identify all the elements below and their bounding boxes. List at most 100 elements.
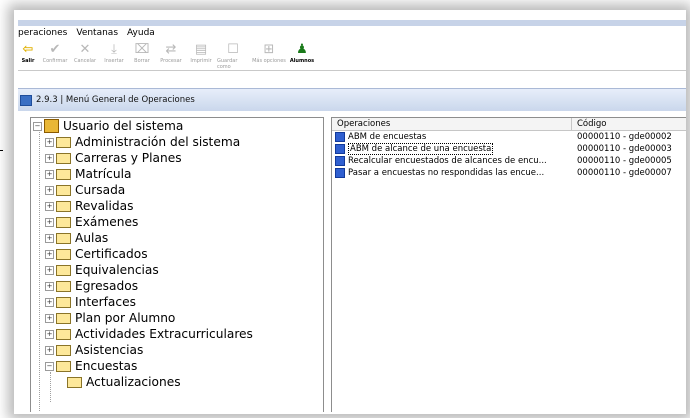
expand-icon[interactable]: + <box>45 249 54 259</box>
tree-node-encuestas[interactable]: − Encuestas <box>45 358 137 374</box>
cancelar-button[interactable]: ✕ Cancelar <box>72 40 98 64</box>
expand-icon[interactable]: + <box>45 137 54 147</box>
column-header-codigo[interactable]: Código <box>572 118 686 130</box>
expand-icon[interactable]: + <box>45 217 54 227</box>
confirmar-button[interactable]: ✔ Confirmar <box>41 40 69 64</box>
tree-node-administracion[interactable]: + Administración del sistema <box>45 134 240 150</box>
tree-node-aulas[interactable]: + Aulas <box>45 230 108 246</box>
tree-node-matricula[interactable]: + Matrícula <box>45 166 131 182</box>
expand-icon[interactable]: + <box>45 153 54 163</box>
toolbar: ⇦ Salir ✔ Confirmar ✕ Cancelar ⤓ Inserta… <box>18 40 686 71</box>
operations-list[interactable]: Operaciones Código ABM de encuestas 0000… <box>331 117 686 412</box>
student-icon: ♟ <box>296 42 308 57</box>
procesar-button[interactable]: ⇄ Procesar <box>157 40 185 64</box>
tree-node-label: Exámenes <box>75 215 139 229</box>
print-icon: ▤ <box>194 42 208 57</box>
work-area: − Usuario del sistema + Administración d… <box>18 111 686 412</box>
collapse-icon[interactable]: − <box>45 361 54 371</box>
confirmar-label: Confirmar <box>42 58 68 64</box>
collapse-icon[interactable]: − <box>33 121 42 131</box>
process-icon: ⇄ <box>165 42 177 57</box>
arrow-left-icon: ⇦ <box>22 42 34 57</box>
expand-icon[interactable]: + <box>45 233 54 243</box>
imprimir-label: Imprimir <box>190 58 212 64</box>
tree-node-cursada[interactable]: + Cursada <box>45 182 125 198</box>
borrar-button[interactable]: ⌧ Borrar <box>130 40 154 64</box>
save-as-icon: ☐ <box>227 42 239 57</box>
column-header-operaciones[interactable]: Operaciones <box>332 118 572 130</box>
menu-ventanas[interactable]: Ventanas <box>76 28 118 38</box>
procesar-label: Procesar <box>160 58 182 64</box>
expand-icon[interactable]: + <box>45 297 54 307</box>
mas-opciones-button[interactable]: ⊞ Más opciones <box>252 40 286 64</box>
expand-icon[interactable]: + <box>45 281 54 291</box>
tree-node-label: Egresados <box>75 279 139 293</box>
folder-icon <box>56 344 71 356</box>
expand-icon[interactable]: + <box>45 313 54 323</box>
tree-node-carreras[interactable]: + Carreras y Planes <box>45 150 182 166</box>
operation-name: ABM de alcance de una encuesta <box>348 143 494 155</box>
expand-icon[interactable]: + <box>45 185 54 195</box>
tree-node-actualizaciones[interactable]: Actualizaciones <box>67 374 181 390</box>
application-window: peraciones Ventanas Ayuda ⇦ Salir ✔ Conf… <box>18 20 686 412</box>
expand-icon[interactable]: + <box>45 329 54 339</box>
salir-button[interactable]: ⇦ Salir <box>18 40 38 64</box>
salir-label: Salir <box>21 58 35 64</box>
list-header: Operaciones Código <box>332 118 686 131</box>
menu-operaciones[interactable]: peraciones <box>18 28 67 38</box>
tree-node-label: Interfaces <box>75 295 136 309</box>
list-row-selected[interactable]: ABM de alcance de una encuesta 00000110 … <box>332 143 686 155</box>
guardar-como-label: Guardar como <box>217 58 238 70</box>
tree-node-equivalencias[interactable]: + Equivalencias <box>45 262 159 278</box>
tree-root-node[interactable]: − Usuario del sistema <box>33 118 183 134</box>
insertar-button[interactable]: ⤓ Insertar <box>101 40 127 64</box>
tree-node-label: Aulas <box>75 231 109 245</box>
tree-node-label: Administración del sistema <box>75 135 241 149</box>
folder-icon <box>56 232 71 244</box>
guardar-como-button[interactable]: ☐ Guardar como <box>217 40 249 70</box>
tree-root-label: Usuario del sistema <box>63 119 184 133</box>
tree-node-label: Actividades Extracurriculares <box>75 327 253 341</box>
window-icon <box>20 94 32 106</box>
tree-node-label: Matrícula <box>75 167 132 181</box>
list-row[interactable]: ABM de encuestas 00000110 - gde00002 <box>332 131 686 143</box>
alumnos-button[interactable]: ♟ Alumnos <box>289 40 315 64</box>
folder-icon <box>56 152 71 164</box>
operation-code: 00000110 - gde00007 <box>577 168 672 178</box>
tree-node-label: Cursada <box>75 183 126 197</box>
tree-node-label: Encuestas <box>75 359 138 373</box>
operation-icon <box>335 168 345 178</box>
delete-icon: ⌧ <box>134 42 150 57</box>
insertar-label: Insertar <box>104 58 124 64</box>
window-title: 2.9.3 | Menú General de Operaciones <box>36 95 195 105</box>
tree-node-label: Actualizaciones <box>86 375 181 389</box>
operation-name: Pasar a encuestas no respondidas las enc… <box>348 168 545 178</box>
expand-icon[interactable]: + <box>45 201 54 211</box>
tree-node-examenes[interactable]: + Exámenes <box>45 214 138 230</box>
list-row[interactable]: Recalcular encuestados de alcances de en… <box>332 155 686 167</box>
tree-node-certificados[interactable]: + Certificados <box>45 246 148 262</box>
expand-icon[interactable]: + <box>45 169 54 179</box>
list-row[interactable]: Pasar a encuestas no respondidas las enc… <box>332 167 686 179</box>
expand-icon[interactable]: + <box>45 265 54 275</box>
folder-icon <box>56 200 71 212</box>
tree-node-egresados[interactable]: + Egresados <box>45 278 138 294</box>
more-options-icon: ⊞ <box>263 42 275 57</box>
tree-node-actividades[interactable]: + Actividades Extracurriculares <box>45 326 253 342</box>
tree-node-asistencias[interactable]: + Asistencias <box>45 342 143 358</box>
operation-icon <box>335 156 345 166</box>
menu-ayuda[interactable]: Ayuda <box>127 28 155 38</box>
folder-icon <box>56 248 71 260</box>
imprimir-button[interactable]: ▤ Imprimir <box>188 40 214 64</box>
tree-node-label: Revalidas <box>75 199 134 213</box>
tree-node-label: Equivalencias <box>75 263 159 277</box>
tree-node-revalidas[interactable]: + Revalidas <box>45 198 133 214</box>
tree-node-interfaces[interactable]: + Interfaces <box>45 294 136 310</box>
tree-node-plan-por-alumno[interactable]: + Plan por Alumno <box>45 310 175 326</box>
open-folder-icon <box>56 360 71 372</box>
folder-icon <box>56 168 71 180</box>
operations-tree[interactable]: − Usuario del sistema + Administración d… <box>30 117 324 412</box>
folder-icon <box>56 264 71 276</box>
folder-icon <box>56 216 71 228</box>
expand-icon[interactable]: + <box>45 345 54 355</box>
